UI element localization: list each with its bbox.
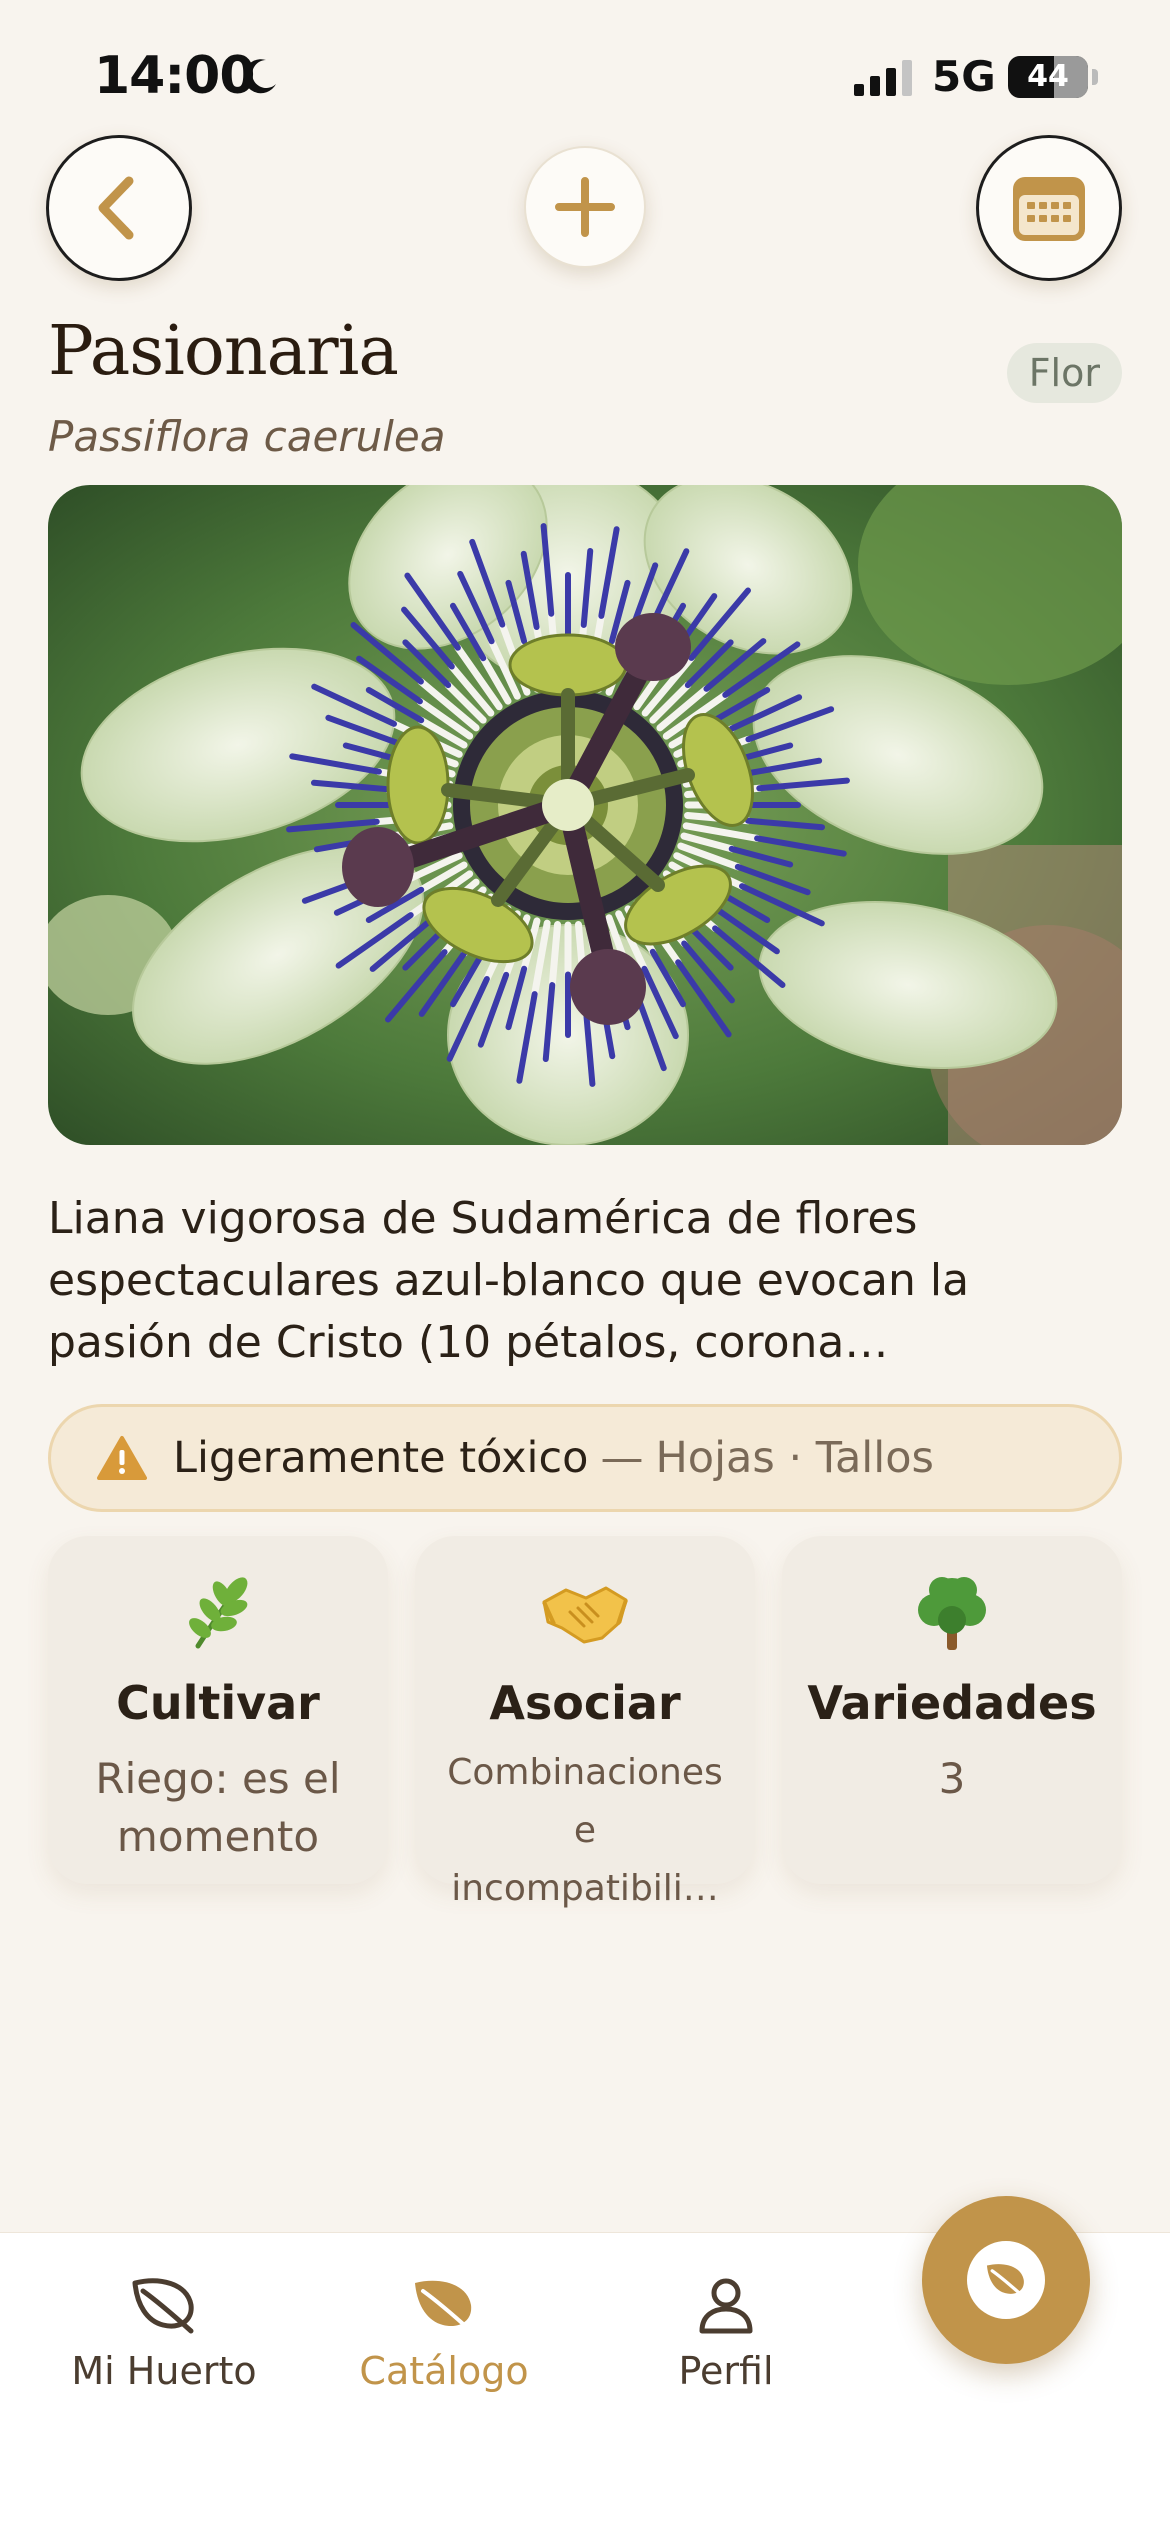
handshake-icon [542, 1586, 628, 1644]
nav-label-mi-huerto: Mi Huerto [71, 2349, 257, 2393]
varieties-card[interactable]: Variedades 3 [782, 1536, 1122, 1884]
assistant-fab[interactable] [922, 2196, 1090, 2364]
back-button[interactable] [46, 135, 192, 281]
category-badge: Flor [1006, 343, 1122, 403]
plant-detail-screen: 14:00 5G 44 Pasionaria Flor Passiflora c… [0, 0, 1170, 2532]
toxicity-level: Ligeramente tóxico [173, 1433, 589, 1483]
cultivate-title: Cultivar [116, 1676, 320, 1730]
plus-icon [555, 177, 615, 237]
leaf-outline-icon [132, 2278, 194, 2334]
plant-photo [48, 485, 1122, 1145]
toxicity-banner[interactable]: Ligeramente tóxico — Hojas · Tallos [48, 1404, 1122, 1512]
leaf-chat-icon [986, 2264, 1026, 2299]
moon-icon [243, 59, 276, 94]
person-icon [699, 2278, 753, 2334]
toxicity-parts: Hojas · Tallos [655, 1433, 934, 1483]
varieties-count: 3 [938, 1754, 966, 1803]
cultivate-card[interactable]: Cultivar Riego: es el momento [48, 1536, 388, 1884]
calendar-icon [1013, 177, 1085, 241]
associate-card[interactable]: Asociar Combinaciones e incompatibili… [415, 1536, 755, 1909]
herb-icon [189, 1577, 248, 1649]
add-button[interactable] [524, 146, 646, 268]
associate-title: Asociar [489, 1676, 681, 1730]
nav-item-mi-huerto[interactable]: Mi Huerto [44, 2275, 284, 2393]
battery-level: 44 [1027, 59, 1069, 94]
toxicity-separator: — [600, 1433, 644, 1483]
associate-subtitle: Combinaciones e incompatibili… [447, 1752, 723, 1909]
signal-icon [854, 60, 912, 96]
nav-item-perfil[interactable]: Perfil [606, 2275, 846, 2393]
varieties-title: Variedades [807, 1676, 1097, 1730]
calendar-button[interactable] [976, 135, 1122, 281]
battery-cap [1092, 69, 1098, 85]
status-bar: 14:00 5G 44 [0, 0, 1170, 150]
nav-item-catalogo[interactable]: Catálogo [324, 2275, 564, 2393]
nav-label-perfil: Perfil [678, 2349, 774, 2393]
nav-label-catalogo: Catálogo [359, 2349, 529, 2393]
scientific-name: Passiflora caerulea [48, 412, 446, 461]
warning-icon [97, 1436, 147, 1480]
battery-icon: 44 [1008, 56, 1088, 98]
tree-icon [918, 1577, 986, 1650]
plant-description: Liana vigorosa de Sudamérica de flores e… [48, 1193, 970, 1368]
page-title: Pasionaria [48, 312, 399, 391]
cultivate-subtitle: Riego: es el momento [95, 1754, 341, 1861]
network-label: 5G [932, 52, 996, 101]
status-time: 14:00 [94, 46, 256, 106]
leaf-filled-icon [415, 2280, 473, 2333]
chevron-left-icon [98, 176, 134, 240]
